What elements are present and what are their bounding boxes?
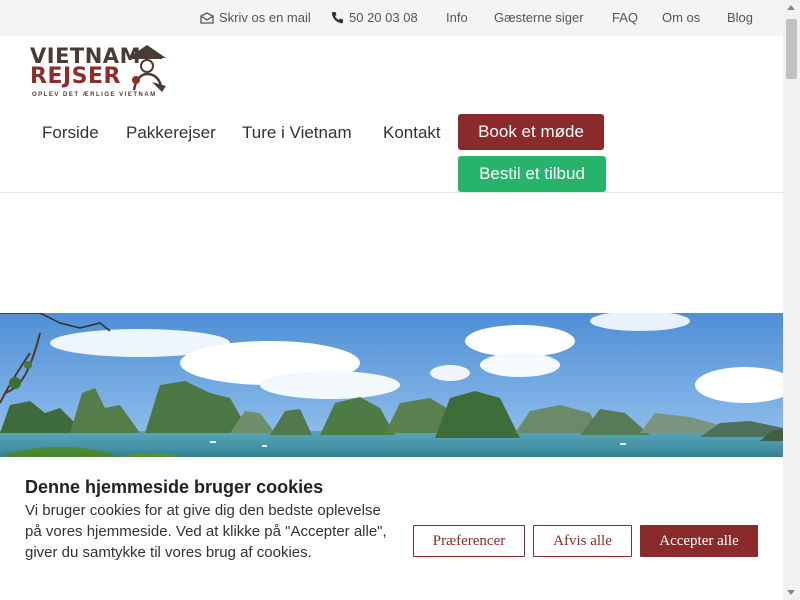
topbar-link-about[interactable]: Om os: [662, 10, 700, 25]
nav-item-tours[interactable]: Ture i Vietnam: [242, 123, 352, 143]
top-utility-bar: Skriv os en mail 50 20 03 08 Info Gæster…: [0, 0, 783, 36]
nav-item-packages[interactable]: Pakkerejser: [126, 123, 216, 143]
mail-label: Skriv os en mail: [219, 10, 311, 25]
scrollbar-thumb[interactable]: [786, 19, 797, 79]
topbar-link-reviews[interactable]: Gæsterne siger: [494, 10, 584, 25]
order-offer-button[interactable]: Bestil et tilbud: [458, 156, 606, 192]
page-scrollbar[interactable]: [783, 0, 800, 600]
topbar-link-faq[interactable]: FAQ: [612, 10, 638, 25]
hero-image: [0, 313, 783, 463]
nav-item-home[interactable]: Forside: [42, 123, 99, 143]
site-logo[interactable]: VIETNAM REJSER OPLEV DET ÆRLIGE VIETNAM: [30, 42, 175, 104]
phone-link[interactable]: 50 20 03 08: [331, 10, 418, 25]
preferences-button[interactable]: Præferencer: [413, 525, 525, 557]
scroll-up-icon[interactable]: [787, 5, 795, 10]
logo-line-2: REJSER: [30, 64, 121, 89]
cookie-text: Vi bruger cookies for at give dig den be…: [25, 502, 387, 561]
cookie-title: Denne hjemmeside bruger cookies: [25, 477, 324, 497]
ha-long-bay-photo: [0, 313, 783, 463]
site-header: VIETNAM REJSER OPLEV DET ÆRLIGE VIETNAM …: [0, 36, 783, 193]
envelope-icon: [200, 12, 214, 24]
nav-item-contact[interactable]: Kontakt: [383, 123, 441, 143]
conical-hat-figure-icon: [128, 45, 166, 92]
book-meeting-button[interactable]: Book et møde: [458, 114, 604, 150]
cookie-consent-banner: Denne hjemmeside bruger cookies Vi bruge…: [0, 457, 783, 600]
topbar-link-blog[interactable]: Blog: [727, 10, 753, 25]
topbar-link-info[interactable]: Info: [446, 10, 468, 25]
reject-all-button[interactable]: Afvis alle: [533, 525, 632, 557]
accept-all-button[interactable]: Accepter alle: [640, 525, 758, 557]
mail-link[interactable]: Skriv os en mail: [200, 10, 311, 25]
phone-number: 50 20 03 08: [349, 10, 418, 25]
scroll-down-icon[interactable]: [787, 590, 795, 595]
phone-icon: [331, 12, 343, 24]
